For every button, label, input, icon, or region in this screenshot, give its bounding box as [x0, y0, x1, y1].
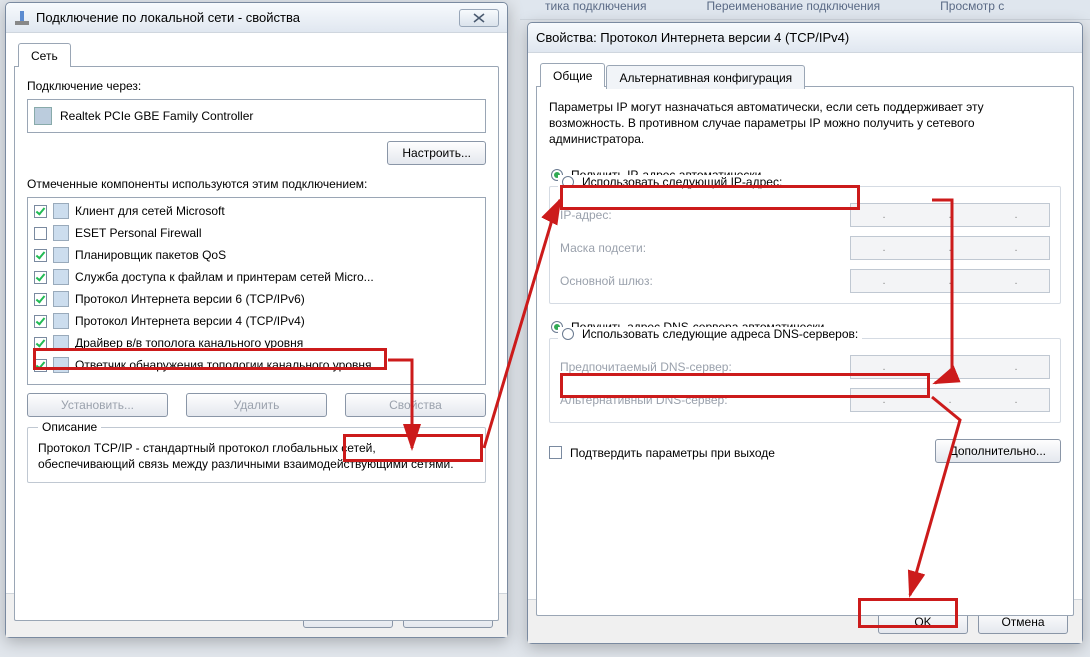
ipv6-icon [53, 291, 69, 307]
description-text: Протокол TCP/IP - стандартный протокол г… [38, 440, 475, 472]
components-label: Отмеченные компоненты используются этим … [27, 177, 486, 191]
checkbox[interactable] [34, 205, 47, 218]
ipv4-properties-window: Свойства: Протокол Интернета версии 4 (T… [527, 22, 1083, 644]
checkbox[interactable] [34, 271, 47, 284]
adapter-box[interactable]: Realtek PCIe GBE Family Controller [27, 99, 486, 133]
connection-properties-window: Подключение по локальной сети - свойства… [5, 2, 508, 638]
lltd-mapper-icon [53, 335, 69, 351]
lltd-responder-icon [53, 357, 69, 373]
connect-via-label: Подключение через: [27, 79, 486, 93]
checkbox[interactable] [34, 249, 47, 262]
titlebar[interactable]: Подключение по локальной сети - свойства [6, 3, 507, 33]
alt-dns-label: Альтернативный DNS-сервер: [560, 393, 850, 407]
radio-ip-manual[interactable]: Использовать следующий IP-адрес: [558, 175, 786, 189]
description-group: Описание Протокол TCP/IP - стандартный п… [27, 427, 486, 483]
adapter-name: Realtek PCIe GBE Family Controller [60, 109, 253, 123]
checkbox[interactable] [34, 359, 47, 372]
firewall-icon [53, 225, 69, 241]
install-button[interactable]: Установить... [27, 393, 168, 417]
alt-dns-input: ... [850, 388, 1050, 412]
tab-alt-config[interactable]: Альтернативная конфигурация [606, 65, 805, 89]
bg-item: Переименование подключения [707, 0, 881, 13]
remove-button[interactable]: Удалить [186, 393, 327, 417]
adapter-icon [34, 107, 52, 125]
subnet-mask-label: Маска подсети: [560, 241, 850, 255]
ipv4-icon [53, 313, 69, 329]
qos-icon [53, 247, 69, 263]
tab-pane-general: Параметры IP могут назначаться автоматич… [536, 86, 1074, 616]
checkbox-icon [549, 446, 562, 459]
checkbox[interactable] [34, 337, 47, 350]
explanation-text: Параметры IP могут назначаться автоматич… [549, 99, 1061, 148]
advanced-button[interactable]: Дополнительно... [935, 439, 1061, 463]
close-button[interactable] [459, 9, 499, 27]
titlebar[interactable]: Свойства: Протокол Интернета версии 4 (T… [528, 23, 1082, 53]
network-adapter-icon [14, 10, 30, 26]
gateway-input: ... [850, 269, 1050, 293]
components-list[interactable]: Клиент для сетей Microsoft ESET Personal… [27, 197, 486, 385]
window-title: Свойства: Протокол Интернета версии 4 (T… [536, 30, 1074, 45]
gateway-label: Основной шлюз: [560, 274, 850, 288]
list-item[interactable]: Ответчик обнаружения топологии канальног… [28, 354, 485, 376]
properties-button[interactable]: Свойства [345, 393, 486, 417]
list-item[interactable]: Служба доступа к файлам и принтерам сете… [28, 266, 485, 288]
window-title: Подключение по локальной сети - свойства [36, 10, 459, 25]
checkbox[interactable] [34, 227, 47, 240]
radio-icon [562, 176, 574, 188]
list-item[interactable]: Драйвер в/в тополога канального уровня [28, 332, 485, 354]
checkbox[interactable] [34, 315, 47, 328]
ip-manual-block: Использовать следующий IP-адрес: IP-адре… [549, 186, 1061, 304]
list-item[interactable]: ESET Personal Firewall [28, 222, 485, 244]
configure-button[interactable]: Настроить... [387, 141, 486, 165]
tab-pane-network: Подключение через: Realtek PCIe GBE Fami… [14, 66, 499, 621]
close-icon [472, 13, 486, 23]
pref-dns-label: Предпочитаемый DNS-сервер: [560, 360, 850, 374]
tab-general[interactable]: Общие [540, 63, 605, 87]
list-item[interactable]: Протокол Интернета версии 6 (TCP/IPv6) [28, 288, 485, 310]
description-legend: Описание [38, 420, 101, 434]
radio-icon [562, 328, 574, 340]
radio-dns-manual[interactable]: Использовать следующие адреса DNS-сервер… [558, 327, 862, 341]
checkbox[interactable] [34, 293, 47, 306]
bg-item: Просмотр с [940, 0, 1004, 13]
client-icon [53, 203, 69, 219]
tab-network[interactable]: Сеть [18, 43, 71, 67]
list-item[interactable]: Планировщик пакетов QoS [28, 244, 485, 266]
dns-manual-block: Использовать следующие адреса DNS-сервер… [549, 338, 1061, 423]
fileshare-icon [53, 269, 69, 285]
validate-on-exit-checkbox[interactable]: Подтвердить параметры при выходе [549, 446, 775, 460]
list-item[interactable]: Клиент для сетей Microsoft [28, 200, 485, 222]
bg-item: тика подключения [545, 0, 647, 13]
background-toolbar: тика подключения Переименование подключе… [520, 0, 1090, 20]
ip-address-label: IP-адрес: [560, 208, 850, 222]
list-item-ipv4[interactable]: Протокол Интернета версии 4 (TCP/IPv4) [28, 310, 485, 332]
ip-address-input: ... [850, 203, 1050, 227]
subnet-mask-input: ... [850, 236, 1050, 260]
pref-dns-input: ... [850, 355, 1050, 379]
